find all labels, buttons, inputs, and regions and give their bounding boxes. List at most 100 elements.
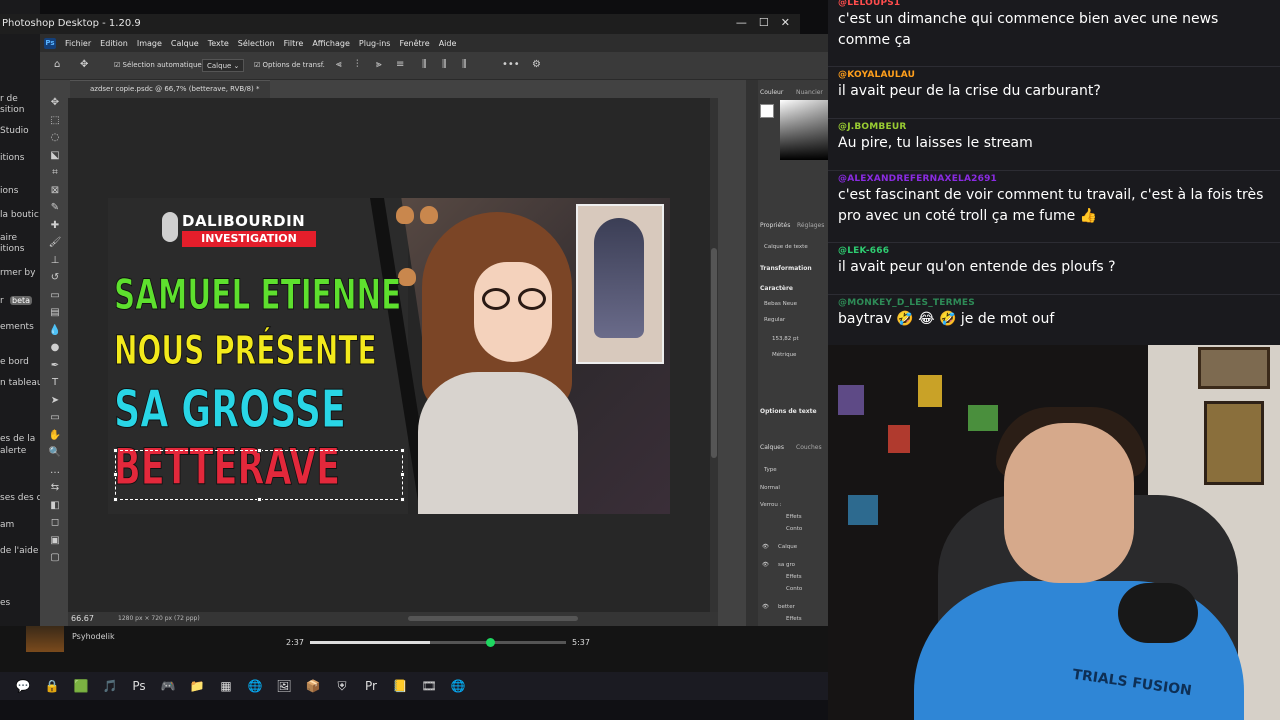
menu-plugins[interactable]: Plug-ins: [359, 39, 391, 48]
visibility-eye-icon[interactable]: 👁: [762, 604, 769, 610]
background-menu-item[interactable]: de l'aide: [0, 546, 40, 556]
menu-fenetre[interactable]: Fenêtre: [399, 39, 429, 48]
color-picker-field[interactable]: [780, 100, 828, 160]
brush-tool-icon[interactable]: 🖌: [44, 234, 66, 252]
move-tool-icon[interactable]: ✥: [80, 59, 88, 70]
swap-colors-icon[interactable]: ⇆: [44, 479, 66, 497]
path-select-icon[interactable]: ➤: [44, 392, 66, 410]
pen-tool-icon[interactable]: ✒: [44, 357, 66, 375]
background-menu-item[interactable]: alerte: [0, 446, 40, 456]
more-tools-icon[interactable]: …: [44, 462, 66, 480]
frame-tool-icon[interactable]: ⊠: [44, 182, 66, 200]
align-right-icon[interactable]: ⫸: [376, 59, 382, 70]
layer-row[interactable]: sa gro: [778, 562, 795, 568]
close-button[interactable]: ✕: [781, 16, 790, 29]
kerning-dropdown[interactable]: Métrique: [772, 352, 796, 358]
taskbar-app-icon[interactable]: 🎮: [157, 676, 179, 696]
history-brush-icon[interactable]: ↺: [44, 269, 66, 287]
distribute-v-icon[interactable]: ⫼: [442, 59, 447, 70]
playback-progress-bar[interactable]: [310, 638, 566, 647]
color-swatches-icon[interactable]: ◧: [44, 497, 66, 515]
layer-row[interactable]: better: [778, 604, 795, 610]
menu-selection[interactable]: Sélection: [238, 39, 275, 48]
align-center-icon[interactable]: ⫶: [356, 59, 359, 70]
taskbar-app-icon[interactable]: 🎞: [418, 676, 440, 696]
distribute-h-icon[interactable]: ⫼: [462, 59, 467, 70]
marquee-tool-icon[interactable]: ⬚: [44, 112, 66, 130]
layer-row[interactable]: Effets: [786, 514, 802, 520]
chat-username[interactable]: @LEK-666: [838, 246, 1274, 256]
more-options-icon[interactable]: •••: [502, 59, 520, 70]
taskbar-app-icon[interactable]: Ps: [128, 676, 150, 696]
chat-username[interactable]: @KOYALAULAU: [838, 70, 1274, 80]
taskbar-app-icon[interactable]: 📁: [186, 676, 208, 696]
align-left-icon[interactable]: ⫷: [336, 59, 342, 70]
vertical-scrollbar[interactable]: [710, 98, 718, 612]
tab-calques[interactable]: Calques: [760, 444, 784, 451]
taskbar-app-icon[interactable]: ⛨: [331, 676, 353, 696]
tab-proprietes[interactable]: Propriétés: [760, 222, 790, 229]
type-tool-icon[interactable]: T: [44, 374, 66, 392]
quick-mask-icon[interactable]: ◻: [44, 514, 66, 532]
stamp-tool-icon[interactable]: ⊥: [44, 252, 66, 270]
visibility-eye-icon[interactable]: 👁: [762, 544, 769, 550]
background-menu-item[interactable]: es: [0, 598, 40, 608]
screen-mode-icon[interactable]: ▣: [44, 532, 66, 550]
background-menu-item[interactable]: itions: [0, 153, 40, 163]
taskbar-app-icon[interactable]: 🌐: [244, 676, 266, 696]
dodge-tool-icon[interactable]: ●: [44, 339, 66, 357]
auto-select-target-dropdown[interactable]: Calque ⌄: [202, 59, 245, 72]
zoom-level[interactable]: 66.67: [71, 614, 94, 623]
taskbar-app-icon[interactable]: Pr: [360, 676, 382, 696]
taskbar-app-icon[interactable]: 📦: [302, 676, 324, 696]
horizontal-scroll-thumb[interactable]: [408, 616, 578, 621]
distribute-icon[interactable]: ⫼: [422, 59, 427, 70]
background-menu-item[interactable]: ses des doi: [0, 493, 40, 503]
layer-row[interactable]: Effets: [786, 574, 802, 580]
hand-tool-icon[interactable]: ✋: [44, 427, 66, 445]
menu-image[interactable]: Image: [137, 39, 162, 48]
scroll-thumb[interactable]: [711, 248, 717, 458]
taskbar-app-icon[interactable]: ▦: [215, 676, 237, 696]
layer-row[interactable]: Conto: [786, 526, 802, 532]
tab-nuancier[interactable]: Nuancier: [796, 89, 823, 96]
healing-brush-icon[interactable]: ✚: [44, 217, 66, 235]
taskbar-app-icon[interactable]: 🟩: [70, 676, 92, 696]
lasso-tool-icon[interactable]: ◌: [44, 129, 66, 147]
chat-username[interactable]: @MONKEY_D_LES_TERMES: [838, 298, 1274, 308]
crop-tool-icon[interactable]: ⌗: [44, 164, 66, 182]
transform-section[interactable]: Transformation: [760, 265, 812, 272]
layer-row[interactable]: Calque: [778, 544, 797, 550]
eraser-icon[interactable]: ▭: [44, 287, 66, 305]
tab-reglages[interactable]: Réglages: [797, 222, 824, 229]
taskbar-app-icon[interactable]: 📒: [389, 676, 411, 696]
background-menu-item[interactable]: aire: [0, 233, 40, 243]
transform-controls-checkbox[interactable]: ☑ Options de transf.: [254, 61, 325, 69]
taskbar-app-icon[interactable]: 🎵: [99, 676, 121, 696]
taskbar-app-icon[interactable]: 🖼: [273, 676, 295, 696]
background-menu-item[interactable]: ements: [0, 322, 40, 332]
background-menu-item[interactable]: ions: [0, 186, 40, 196]
home-icon[interactable]: ⌂: [54, 59, 60, 70]
menu-calque[interactable]: Calque: [171, 39, 199, 48]
chat-username[interactable]: @LELOUPS1: [838, 0, 1274, 8]
settings-icon[interactable]: ⚙: [532, 59, 541, 70]
layer-row[interactable]: Conto: [786, 586, 802, 592]
background-menu-item[interactable]: am: [0, 520, 40, 530]
background-menu-item[interactable]: rmer by: [0, 268, 40, 278]
object-select-icon[interactable]: ⬕: [44, 147, 66, 165]
text-selection-box[interactable]: [113, 448, 405, 502]
tab-couleur[interactable]: Couleur: [760, 89, 783, 96]
chat-username[interactable]: @J.BOMBEUR: [838, 122, 1274, 132]
text-options-section[interactable]: Options de texte: [760, 408, 817, 415]
menu-fichier[interactable]: Fichier: [65, 39, 91, 48]
move-tool-icon[interactable]: ✥: [44, 94, 66, 112]
background-menu-item[interactable]: e bord: [0, 357, 40, 367]
menu-filtre[interactable]: Filtre: [284, 39, 304, 48]
zoom-tool-icon[interactable]: 🔍: [44, 444, 66, 462]
blend-mode-dropdown[interactable]: Normal: [760, 485, 780, 491]
eyedropper-icon[interactable]: ✎: [44, 199, 66, 217]
maximize-button[interactable]: ☐: [759, 16, 769, 29]
blur-tool-icon[interactable]: 💧: [44, 322, 66, 340]
menu-texte[interactable]: Texte: [208, 39, 229, 48]
